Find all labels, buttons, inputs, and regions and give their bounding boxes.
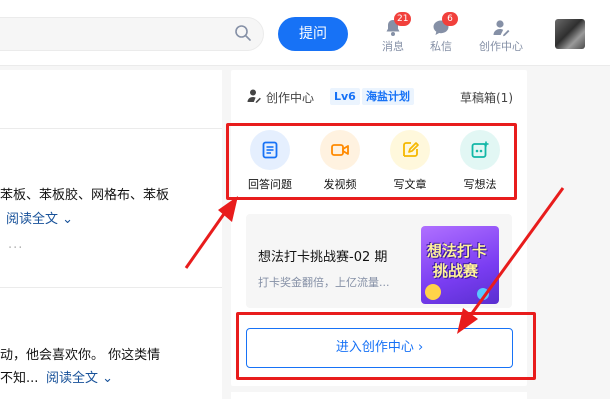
ask-question-button[interactable]: 提问 [278, 17, 348, 51]
nav-label-creator-center: 创作中心 [479, 40, 523, 53]
nav-item-private-messages[interactable]: 6 私信 [418, 12, 464, 54]
promo-image-text-line2: 挑战赛 [433, 262, 479, 280]
feed-item-excerpt: 动，他会喜欢你。 你这类情 [0, 348, 161, 363]
annotation-box-actions [226, 123, 517, 200]
search-icon[interactable] [234, 24, 252, 42]
plan-badge[interactable]: 海盐计划 [362, 88, 414, 105]
mascot-icon [425, 284, 441, 300]
promo-subtitle: 打卡奖金翻倍，上亿流量... [258, 276, 390, 289]
feed-divider [0, 128, 222, 129]
more-options-icon[interactable]: ··· [8, 241, 23, 256]
feed-divider [0, 287, 222, 288]
creator-icon [247, 89, 261, 103]
nav-label-private-messages: 私信 [430, 40, 452, 53]
creator-icon [493, 20, 510, 37]
nav-label-messages: 消息 [382, 40, 404, 53]
promo-title: 想法打卡挑战赛-02 期 [258, 250, 388, 265]
read-more-label: 阅读全文 [6, 212, 59, 227]
chevron-down-icon: ⌄ [62, 212, 74, 227]
level-badge[interactable]: Lv6 [330, 88, 360, 105]
read-more-label: 阅读全文 [46, 371, 99, 386]
read-more-link[interactable]: 阅读全文 ⌄ [6, 208, 73, 227]
drafts-link[interactable]: 草稿箱(1) [460, 89, 513, 106]
panel-title: 创作中心 [266, 91, 315, 105]
feed-item-excerpt-tail: 不知... [0, 371, 39, 386]
decoration-icon [477, 288, 489, 300]
feed-item-excerpt: 苯板、苯板胶、网格布、苯板 [0, 188, 170, 203]
messages-badge: 21 [394, 12, 412, 26]
top-header: 提问 21 消息 6 私信 创作中心 [0, 0, 610, 66]
next-panel [231, 392, 527, 399]
chevron-down-icon: ⌄ [102, 371, 114, 386]
annotation-box-enter-button [236, 312, 536, 380]
read-more-link[interactable]: 阅读全文 ⌄ [46, 367, 113, 386]
nav-item-creator-center[interactable]: 创作中心 [474, 18, 528, 54]
user-avatar[interactable] [555, 19, 585, 49]
nav-item-messages[interactable]: 21 消息 [370, 12, 416, 54]
search-input[interactable] [0, 17, 264, 51]
private-messages-badge: 6 [442, 12, 458, 26]
promo-image-text-line1: 想法打卡 [427, 242, 488, 260]
promo-image[interactable]: 想法打卡 挑战赛 [421, 226, 499, 304]
